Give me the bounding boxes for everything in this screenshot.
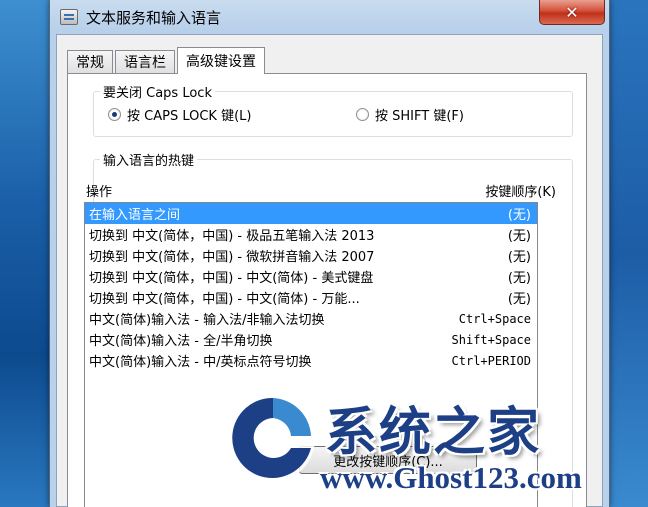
watermark-url: www.Ghost123.com: [320, 460, 582, 495]
list-item-action: 切换到 中文(简体，中国) - 中文(简体) - 万能...: [89, 292, 360, 307]
list-item[interactable]: 切换到 中文(简体，中国) - 中文(简体) - 美式键盘 (无): [85, 266, 537, 287]
list-item-keys: Ctrl+Space: [458, 311, 531, 326]
list-item[interactable]: 切换到 中文(简体，中国) - 微软拼音输入法 2007 (无): [85, 245, 537, 266]
list-item-keys: Shift+Space: [451, 332, 531, 347]
list-item[interactable]: 切换到 中文(简体，中国) - 极品五笔输入法 2013 (无): [85, 224, 537, 245]
radio-selected-icon[interactable]: [108, 108, 121, 121]
list-item[interactable]: 中文(简体)输入法 - 输入法/非输入法切换 Ctrl+Space: [85, 308, 537, 329]
list-item-action: 中文(简体)输入法 - 中/英标点符号切换: [89, 355, 312, 370]
window-title: 文本服务和输入语言: [86, 8, 222, 27]
tab-strip: 常规 语言栏 高级键设置: [67, 47, 267, 74]
close-button[interactable]: ✕: [539, 0, 605, 25]
title-bar[interactable]: 文本服务和输入语言: [50, 0, 609, 34]
caps-lock-group-legend: 要关闭 Caps Lock: [100, 82, 215, 101]
radio-unselected-icon[interactable]: [356, 108, 369, 121]
list-item-keys: (无): [507, 292, 531, 307]
list-item-keys: (无): [507, 229, 531, 244]
radio-shift-label: 按 SHIFT 键(F): [375, 109, 464, 124]
column-sequence-header: 按键顺序(K): [485, 185, 556, 200]
list-item-action: 切换到 中文(简体，中国) - 极品五笔输入法 2013: [89, 229, 375, 244]
watermark: 系统之家 www.Ghost123.com: [225, 388, 645, 507]
list-item-action: 在输入语言之间: [89, 208, 181, 223]
list-item[interactable]: 切换到 中文(简体，中国) - 中文(简体) - 万能... (无): [85, 287, 537, 308]
list-item-action: 切换到 中文(简体，中国) - 微软拼音输入法 2007: [89, 250, 375, 265]
watermark-title: 系统之家: [325, 402, 542, 463]
list-item-action: 切换到 中文(简体，中国) - 中文(简体) - 美式键盘: [89, 271, 374, 286]
radio-caps-lock-option[interactable]: 按 CAPS LOCK 键(L): [108, 105, 251, 124]
list-item-keys: Ctrl+PERIOD: [451, 353, 531, 368]
keyboard-icon: [60, 9, 78, 25]
list-item-action: 中文(简体)输入法 - 输入法/非输入法切换: [89, 313, 325, 328]
hotkey-group-legend: 输入语言的热键: [100, 150, 198, 169]
list-item[interactable]: 中文(简体)输入法 - 全/半角切换 Shift+Space: [85, 329, 537, 350]
radio-shift-option[interactable]: 按 SHIFT 键(F): [356, 105, 464, 124]
radio-caps-lock-label: 按 CAPS LOCK 键(L): [127, 109, 252, 124]
tab-general[interactable]: 常规: [67, 50, 113, 73]
list-item-action: 中文(简体)输入法 - 全/半角切换: [89, 334, 273, 349]
caps-lock-group: 要关闭 Caps Lock 按 CAPS LOCK 键(L) 按 SHIFT 键…: [93, 82, 573, 137]
list-item-keys: (无): [507, 250, 531, 265]
list-item-keys: (无): [507, 271, 531, 286]
column-action-header: 操作: [86, 185, 113, 200]
tab-language-bar[interactable]: 语言栏: [115, 50, 175, 73]
list-item[interactable]: 在输入语言之间 (无): [85, 203, 537, 224]
watermark-logo-icon: [231, 394, 315, 482]
tab-advanced-key-settings[interactable]: 高级键设置: [177, 47, 265, 74]
list-item[interactable]: 中文(简体)输入法 - 中/英标点符号切换 Ctrl+PERIOD: [85, 350, 537, 371]
list-item-keys: (无): [507, 208, 531, 223]
